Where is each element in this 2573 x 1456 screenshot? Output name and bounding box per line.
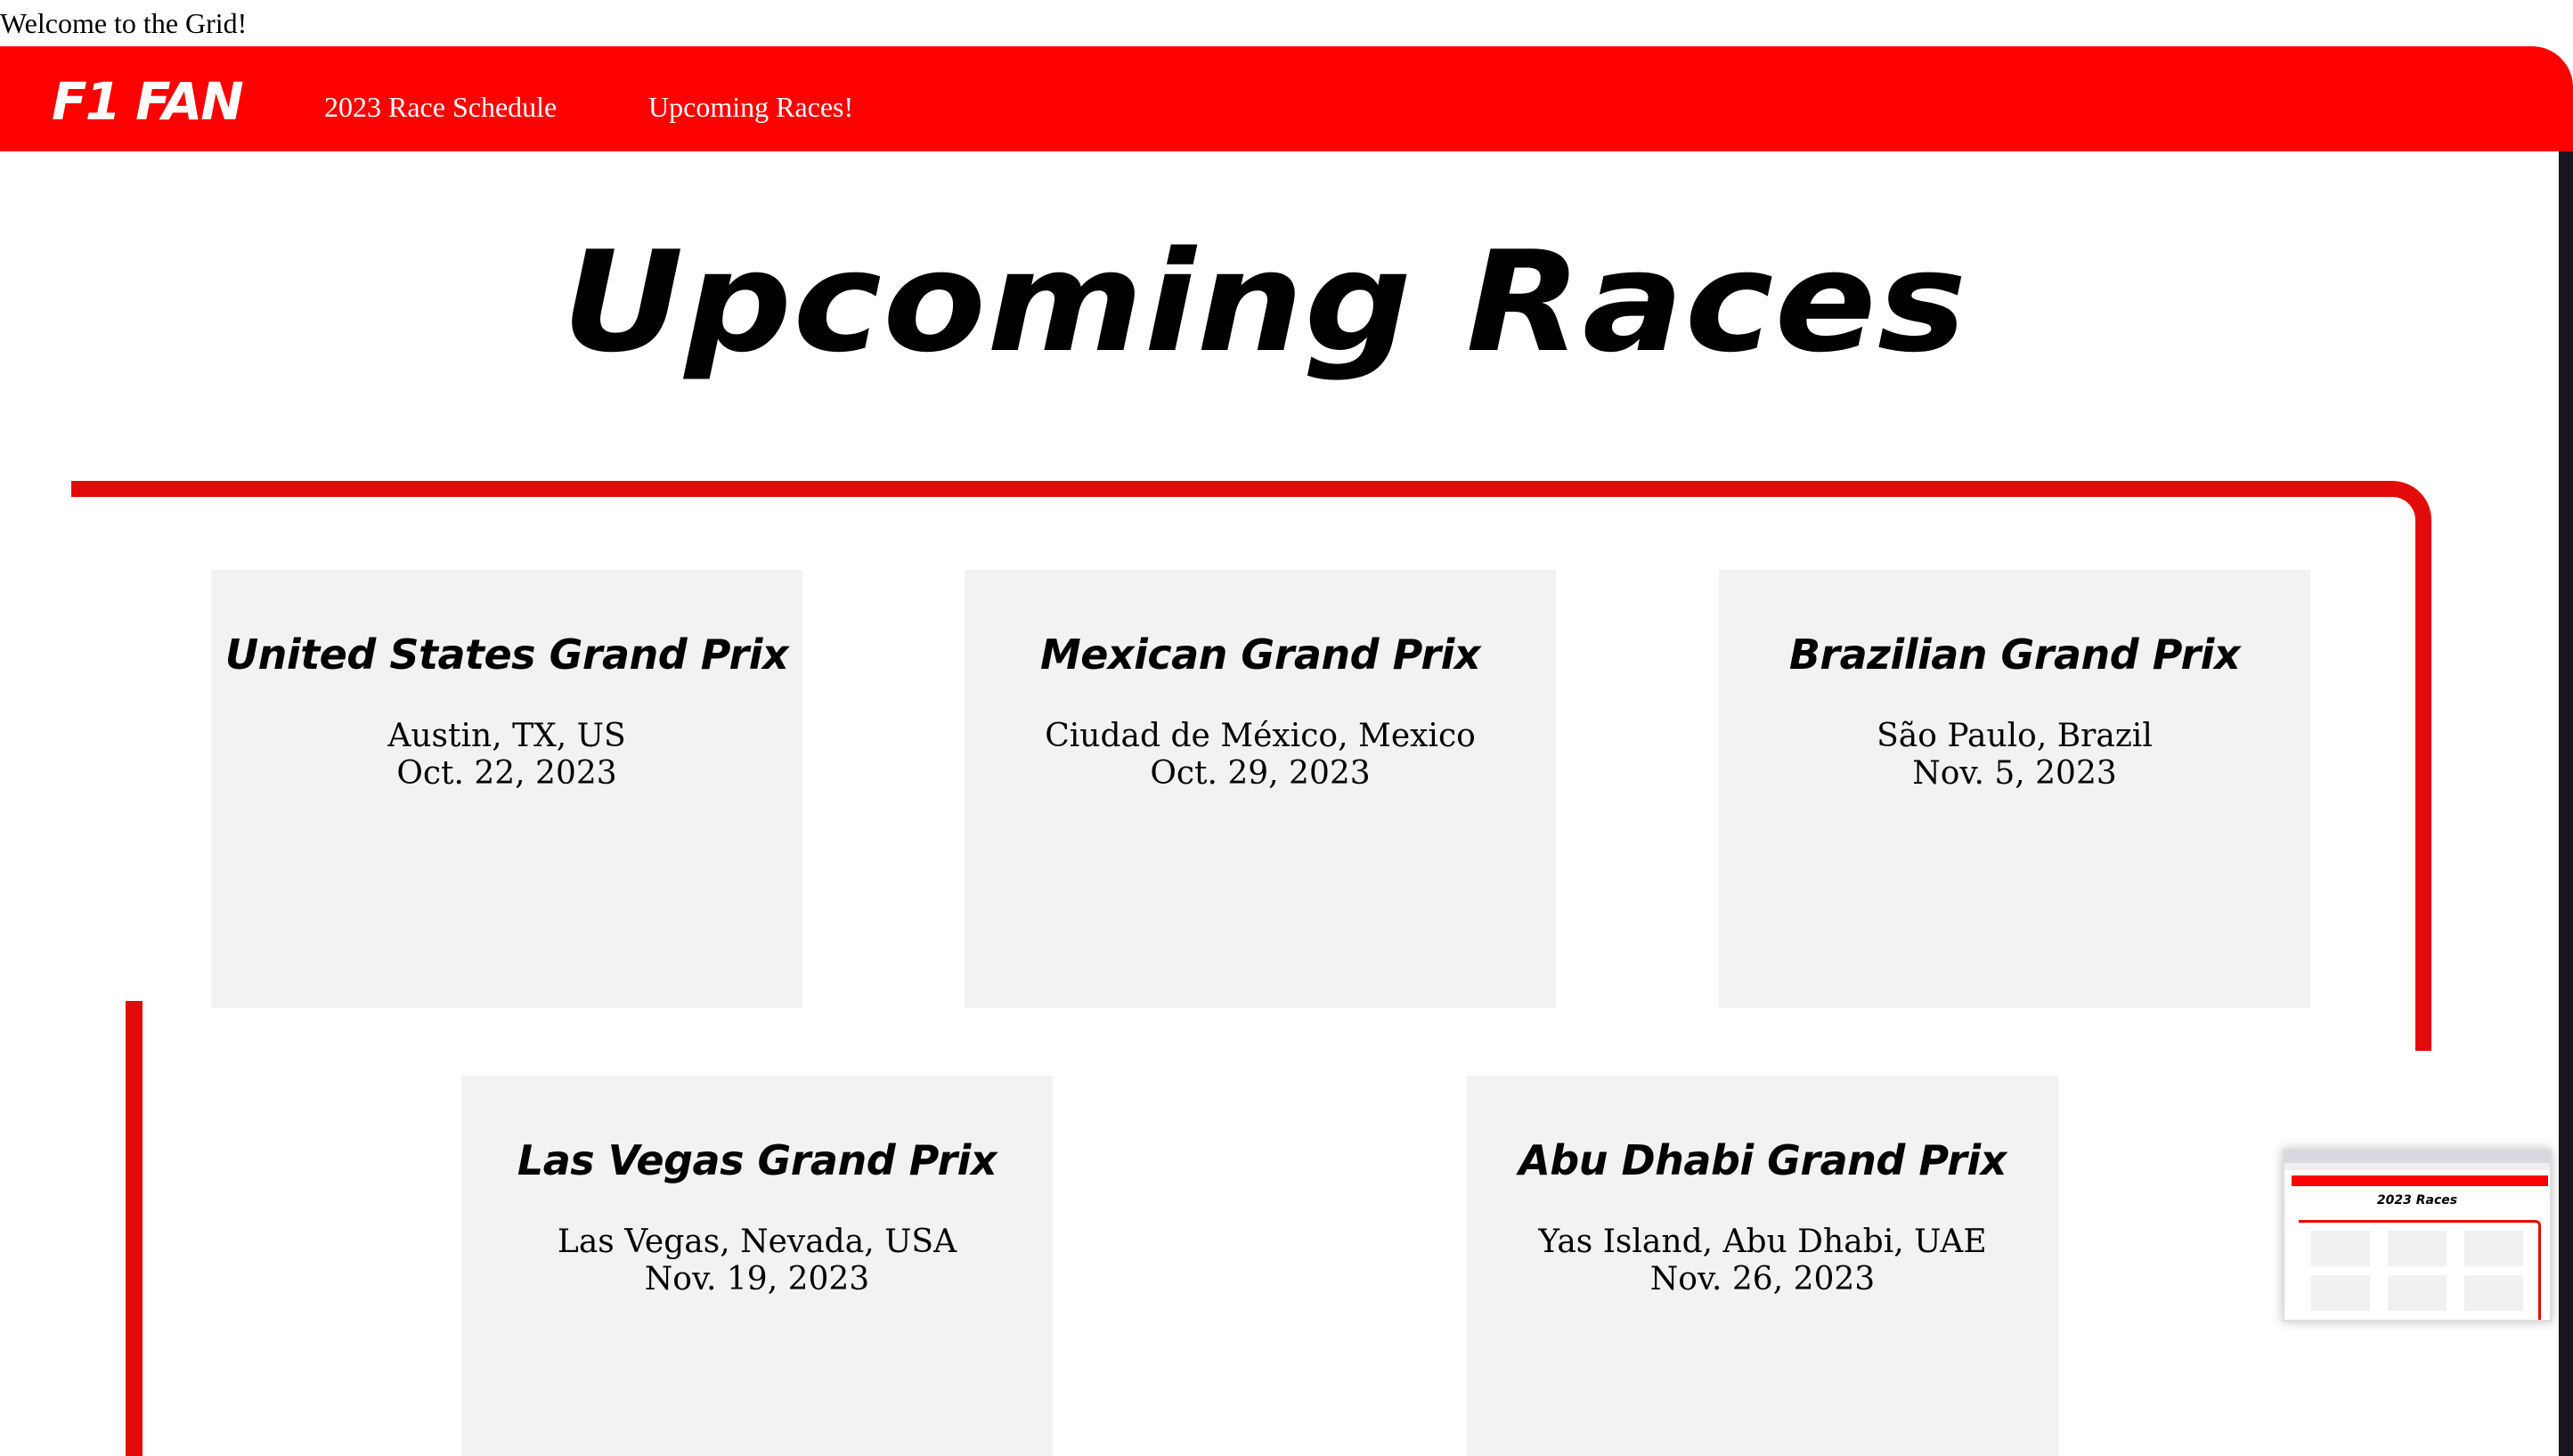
race-card: Mexican Grand Prix Ciudad de México, Mex… [965,570,1556,1008]
race-date: Nov. 26, 2023 [1649,1261,1876,1297]
race-date: Nov. 19, 2023 [644,1261,870,1297]
race-location: Yas Island, Abu Dhabi, UAE [1538,1224,1987,1260]
nav-link-upcoming-races[interactable]: Upcoming Races! [648,91,853,124]
race-name: United States Grand Prix [224,630,789,679]
race-card: Brazilian Grand Prix São Paulo, Brazil N… [1719,570,2310,1008]
race-date: Oct. 22, 2023 [396,755,617,792]
site-logo[interactable]: F1 FAN [52,71,244,132]
race-card: Abu Dhabi Grand Prix Yas Island, Abu Dha… [1467,1076,2058,1456]
race-card: United States Grand Prix Austin, TX, US … [211,570,802,1008]
thumbnail-card [2388,1231,2447,1266]
thumbnail-card [2311,1275,2370,1311]
thumbnail-title: 2023 Races [2376,1193,2458,1208]
race-card: Las Vegas Grand Prix Las Vegas, Nevada, … [461,1076,1053,1456]
screenshot-thumbnail[interactable]: 2023 Races [2283,1149,2552,1322]
welcome-text: Welcome to the Grid! [0,7,248,39]
race-date: Oct. 29, 2023 [1150,755,1371,792]
thumbnail-card [2388,1275,2447,1311]
thumbnail-card [2311,1231,2370,1266]
top-navbar: F1 FAN 2023 Race Schedule Upcoming Races… [0,46,2573,151]
thumbnail-browser-bar [2284,1151,2550,1163]
race-name: Mexican Grand Prix [1039,630,1481,679]
thumbnail-card [2464,1231,2523,1266]
race-location: Las Vegas, Nevada, USA [557,1224,957,1260]
thumbnail-card [2464,1275,2523,1311]
page-title: Upcoming Races [561,221,1968,383]
race-location: Ciudad de México, Mexico [1045,718,1476,754]
race-name: Las Vegas Grand Prix [517,1136,997,1184]
track-line-left [126,1001,142,1456]
race-name: Brazilian Grand Prix [1788,630,2241,679]
race-location: São Paulo, Brazil [1877,718,2153,754]
thumbnail-navbar [2292,1175,2548,1186]
race-date: Nov. 5, 2023 [1912,755,2117,792]
nav-link-race-schedule[interactable]: 2023 Race Schedule [324,91,557,124]
thumbnail-address-bar [2284,1163,2550,1170]
race-name: Abu Dhabi Grand Prix [1519,1136,2007,1184]
race-location: Austin, TX, US [387,718,626,754]
